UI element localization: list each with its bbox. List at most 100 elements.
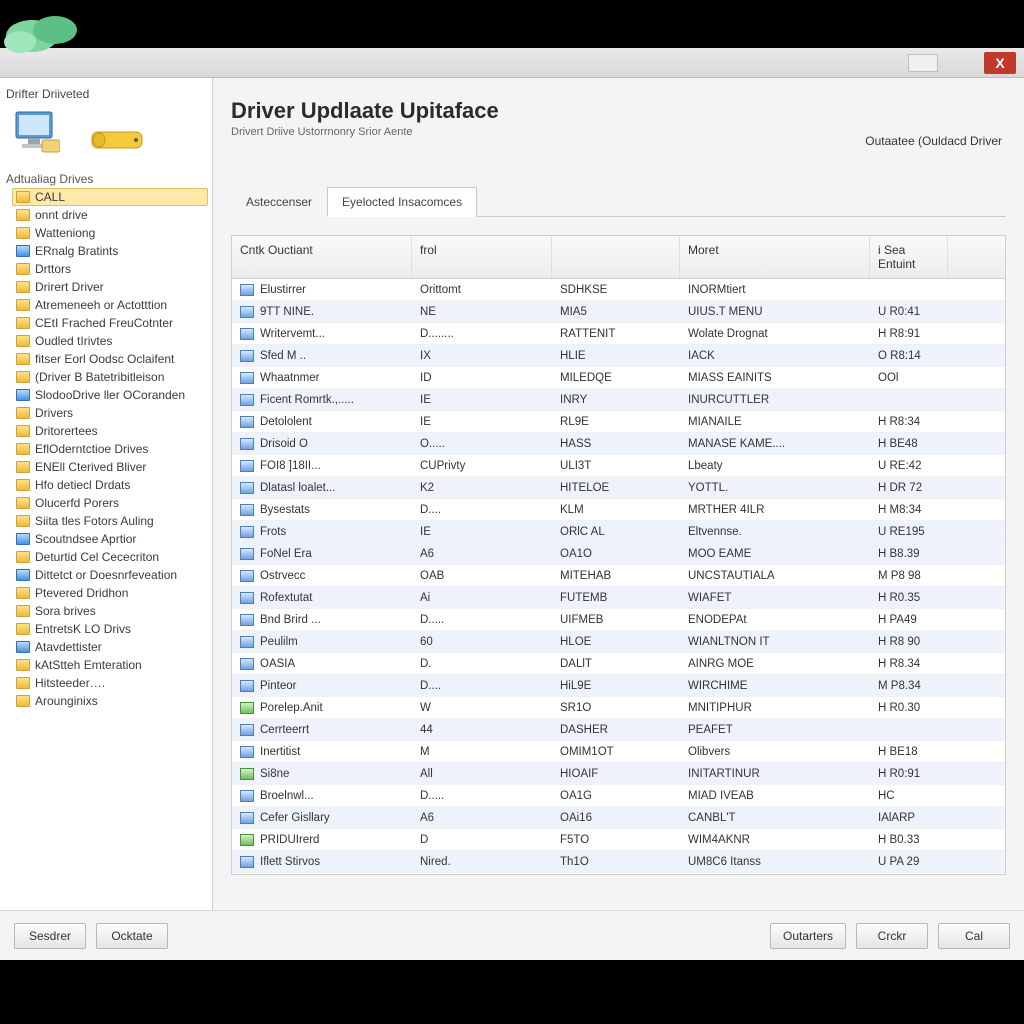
sidebar-item[interactable]: ERnalg Bratints: [12, 242, 208, 260]
sidebar-item[interactable]: (Driver B Batetribitleison: [12, 368, 208, 386]
table-cell: HLIE: [552, 350, 680, 362]
sidebar-item[interactable]: Oudled tIrivtes: [12, 332, 208, 350]
table-row[interactable]: RofextutatAiFUTEMBWIAFETH R0.35: [232, 587, 1005, 609]
sidebar-item[interactable]: Atremeneeh or Actotttion: [12, 296, 208, 314]
sidebar-item[interactable]: onnt drive: [12, 206, 208, 224]
table-cell: H R8:34: [870, 416, 948, 428]
sidebar-item[interactable]: kAtStteh Emteration: [12, 656, 208, 674]
table-cell: WIRCHIME: [680, 680, 870, 692]
table-cell: INITARTINUR: [680, 768, 870, 780]
footer-button[interactable]: Sesdrer: [14, 923, 86, 949]
table-cell: D........: [412, 328, 552, 340]
sidebar-item[interactable]: CEtI Frached FreuCotnter: [12, 314, 208, 332]
table-cell: HLOE: [552, 636, 680, 648]
table-cell: H R8 90: [870, 636, 948, 648]
sidebar-item[interactable]: Atavdettister: [12, 638, 208, 656]
table-row[interactable]: Writervemt...D........RATTENITWolate Dro…: [232, 323, 1005, 345]
sidebar-item[interactable]: Scoutndsee Aprtior: [12, 530, 208, 548]
table-row[interactable]: PRIDUIrerdDF5TOWIM4AKNRH B0.33: [232, 829, 1005, 851]
table-row[interactable]: Cerrteerrt44DASHERPEAFET: [232, 719, 1005, 741]
table-cell: YOTTL.: [680, 482, 870, 494]
sidebar-item[interactable]: Drivers: [12, 404, 208, 422]
sidebar-item[interactable]: ENEll Cterived Bliver: [12, 458, 208, 476]
sidebar-item[interactable]: Drttors: [12, 260, 208, 278]
folder-icon: [16, 191, 30, 203]
driver-item-icon: [240, 856, 254, 868]
sidebar-item[interactable]: SlodooDrive ller OCoranden: [12, 386, 208, 404]
table-cell: INURCUTTLER: [680, 394, 870, 406]
table-row[interactable]: OASIAD.DALlTAINRG MOEH R8.34: [232, 653, 1005, 675]
sidebar-item[interactable]: Dritorertees: [12, 422, 208, 440]
table-row[interactable]: FOI8 ]18II...CUPrivtyULI3TLbeatyU RE:42: [232, 455, 1005, 477]
sidebar-item[interactable]: Drirert Driver: [12, 278, 208, 296]
sidebar-item[interactable]: Hitsteeder….: [12, 674, 208, 692]
table-row[interactable]: PinteorD....HiL9EWIRCHIMEM P8.34: [232, 675, 1005, 697]
table-row[interactable]: Iflett StirvosNired.Th1OUM8C6 ItanssU PA…: [232, 851, 1005, 873]
footer-button[interactable]: Crckr: [856, 923, 928, 949]
table-row[interactable]: Drisoid OO.....HASSMANASE KAME....H BE48: [232, 433, 1005, 455]
table-row[interactable]: FoNel EraA6OA1OMOO EAMEH B8.39: [232, 543, 1005, 565]
table-row[interactable]: OstrveccOABMITEHABUNCSTAUTIALAM P8 98: [232, 565, 1005, 587]
sidebar-item-label: Oudled tIrivtes: [35, 334, 112, 348]
column-header[interactable]: [552, 236, 680, 278]
driver-item-icon: [240, 768, 254, 780]
table-cell: U RE:42: [870, 460, 948, 472]
footer-button[interactable]: Ocktate: [96, 923, 168, 949]
table-row[interactable]: Hint C....WNITKA2WOITTH PR.29: [232, 873, 1005, 875]
table-cell: Inertitist: [232, 746, 412, 758]
sidebar-item[interactable]: Arounginixs: [12, 692, 208, 710]
window-close-button[interactable]: X: [984, 52, 1016, 74]
sidebar-item-label: ENEll Cterived Bliver: [35, 460, 146, 474]
sidebar-item[interactable]: Deturtid Cel Cececriton: [12, 548, 208, 566]
table-cell: HiL9E: [552, 680, 680, 692]
table-row[interactable]: Bnd Brird ...D.....UIFMEBENODEPAtH PA49: [232, 609, 1005, 631]
sidebar-item[interactable]: EntretsK LO Drivs: [12, 620, 208, 638]
folder-icon: [16, 407, 30, 419]
table-row[interactable]: Ficent Romrtk.,.....IEINRYINURCUTTLER: [232, 389, 1005, 411]
sidebar-item[interactable]: Dittetct or Doesnrfeveation: [12, 566, 208, 584]
table-row[interactable]: Sfed M ..IXHLIEIACKO R8:14: [232, 345, 1005, 367]
table-row[interactable]: Si8neAllHIOAIFINITARTINURH R0:91: [232, 763, 1005, 785]
folder-icon: [16, 695, 30, 707]
sidebar-item[interactable]: Hfo detiecl Drdats: [12, 476, 208, 494]
sidebar-item[interactable]: fitser Eorl Oodsc Oclaifent: [12, 350, 208, 368]
tab[interactable]: Eyelocted Insacomces: [327, 187, 477, 217]
column-header[interactable]: Cntk Ouctiant: [232, 236, 412, 278]
table-cell: HIOAIF: [552, 768, 680, 780]
sidebar-item[interactable]: Olucerfd Porers: [12, 494, 208, 512]
table-row[interactable]: Cefer GisllaryA6OAi16CANBL'TIAlARP: [232, 807, 1005, 829]
driver-item-icon: [240, 350, 254, 362]
footer-button[interactable]: Cal: [938, 923, 1010, 949]
table-row[interactable]: 9TT NINE.NEMIA5UIUS.T MENUU R0:41: [232, 301, 1005, 323]
sidebar-item[interactable]: CALL: [12, 188, 208, 206]
column-header[interactable]: frol: [412, 236, 552, 278]
table-cell: H PA49: [870, 614, 948, 626]
table-row[interactable]: Broelnwl...D.....OA1GMIAD IVEABHC: [232, 785, 1005, 807]
column-header[interactable]: Moret: [680, 236, 870, 278]
table-row[interactable]: WhaatnmerIDMILEDQEMIASS EAINITSOOl: [232, 367, 1005, 389]
table-cell: RL9E: [552, 416, 680, 428]
driver-item-icon: [240, 746, 254, 758]
table-cell: FUTEMB: [552, 592, 680, 604]
table-row[interactable]: DetololentIERL9EMIANAILEH R8:34: [232, 411, 1005, 433]
footer-button[interactable]: Outarters: [770, 923, 846, 949]
corner-link[interactable]: Outaatee (Ouldacd Driver: [865, 134, 1002, 148]
content-area: Drifter Driiveted: [0, 78, 1024, 960]
sidebar-item[interactable]: EflOderntctioe Drives: [12, 440, 208, 458]
table-row[interactable]: BysestatsD....KLMMRTHER 4ILRH M8:34: [232, 499, 1005, 521]
sidebar-item[interactable]: Watteniong: [12, 224, 208, 242]
sidebar-item[interactable]: Siita tles Fotors Auling: [12, 512, 208, 530]
sidebar-item[interactable]: Ptevered Dridhon: [12, 584, 208, 602]
table-row[interactable]: InertitistMOMIM1OTOlibversH BE18: [232, 741, 1005, 763]
sidebar-item[interactable]: Sora brives: [12, 602, 208, 620]
app-window: X Drifter Driiveted: [0, 48, 1024, 960]
table-row[interactable]: ElustirrerOrittomtSDHKSEINORMtiert: [232, 279, 1005, 301]
table-row[interactable]: Peulilm60HLOEWIANLTNON ITH R8 90: [232, 631, 1005, 653]
table-row[interactable]: Porelep.AnitWSR1OMNITIPHURH R0.30: [232, 697, 1005, 719]
tab[interactable]: Asteccenser: [231, 187, 327, 217]
driver-item-icon: [240, 658, 254, 670]
window-minimize-button[interactable]: [908, 54, 938, 72]
table-row[interactable]: FrotsIEORlC ALEltvennse.U RE195: [232, 521, 1005, 543]
table-row[interactable]: Dlatasl loalet...K2HITELOEYOTTL.H DR 72: [232, 477, 1005, 499]
column-header[interactable]: i Sea Entuint: [870, 236, 948, 278]
